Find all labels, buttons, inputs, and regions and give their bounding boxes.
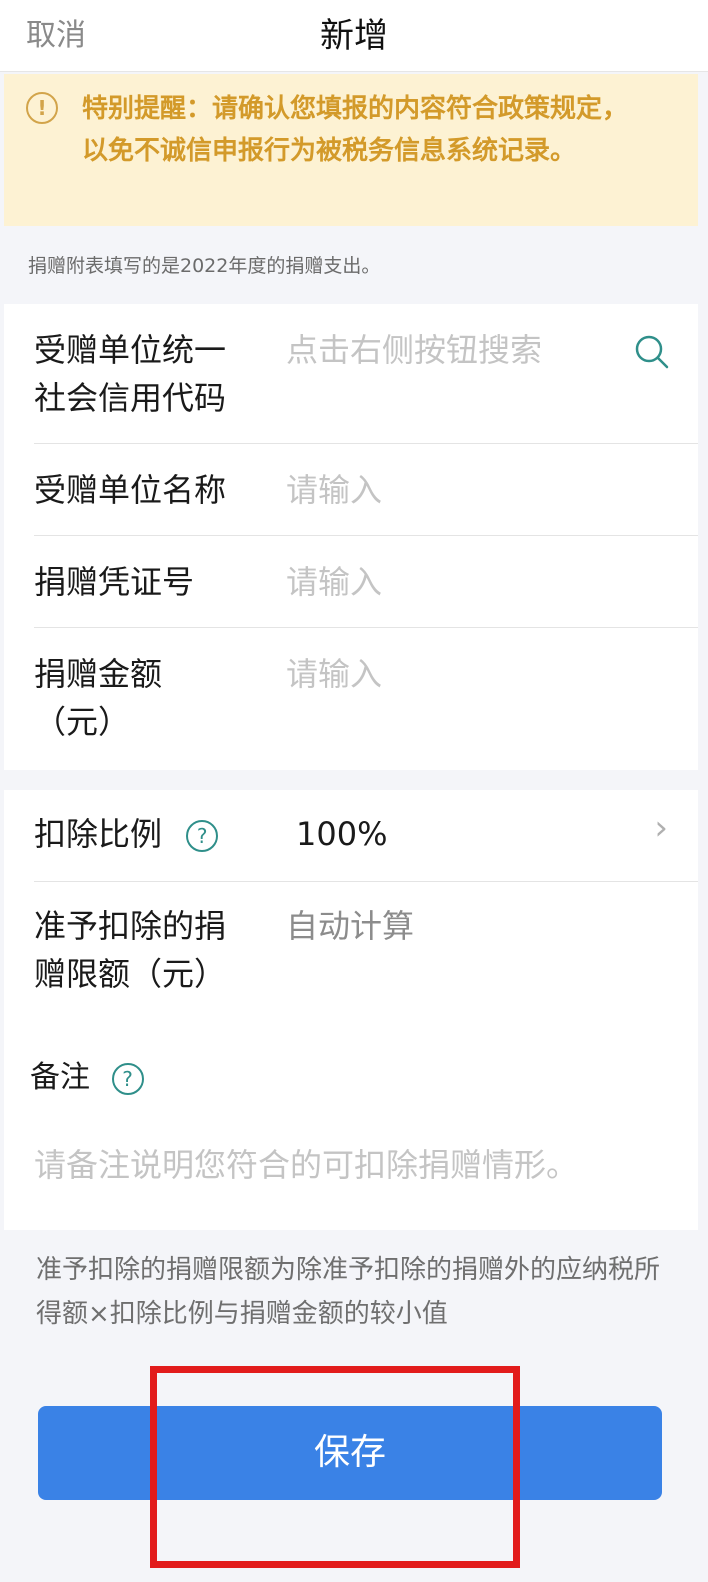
remark-input[interactable]: 请备注说明您符合的可扣除捐赠情形。 xyxy=(34,1140,578,1186)
limit-label: 准予扣除的捐赠限额（元） xyxy=(34,907,227,993)
ratio-label: 扣除比例 ? xyxy=(34,810,274,858)
voucher-label: 捐赠凭证号 xyxy=(34,563,195,601)
highlight-annotation-box xyxy=(150,1366,520,1568)
credit-code-row[interactable]: 受赠单位统一社会信用代码 点击右侧按钮搜索 xyxy=(34,304,698,444)
ratio-value[interactable]: 100% xyxy=(296,810,387,858)
remark-label-text: 备注 xyxy=(30,1060,90,1095)
donation-info-card: 受赠单位统一社会信用代码 点击右侧按钮搜索 受赠单位名称 请输入 捐赠凭证号 请… xyxy=(4,304,698,770)
page-title: 新增 xyxy=(320,16,388,56)
voucher-input[interactable]: 请输入 xyxy=(286,558,382,606)
deduction-card: 扣除比例 ? 100% › 准予扣除的捐赠限额（元） 自动计算 备注 ? 请备注… xyxy=(4,790,698,1230)
amount-row[interactable]: 捐赠金额 （元） 请输入 xyxy=(34,628,698,770)
notice-text: 特别提醒：请确认您填报的内容符合政策规定，以免不诚信申报行为被税务信息系统记录。 xyxy=(82,94,629,166)
footnote-text: 准予扣除的捐赠限额为除准予扣除的捐赠外的应纳税所得额×扣除比例与捐赠金额的较小值 xyxy=(36,1255,661,1329)
question-circle-icon[interactable]: ? xyxy=(186,820,219,852)
amount-input[interactable]: 请输入 xyxy=(286,650,382,698)
search-icon[interactable] xyxy=(634,334,670,370)
org-name-row[interactable]: 受赠单位名称 请输入 xyxy=(34,444,698,536)
ratio-label-text: 扣除比例 xyxy=(34,815,163,853)
nav-bar: 取消 新增 xyxy=(0,0,708,72)
exclamation-circle-icon: ! xyxy=(26,92,58,124)
amount-label-line1: 捐赠金额 xyxy=(34,655,163,693)
limit-row: 准予扣除的捐赠限额（元） 自动计算 xyxy=(34,882,698,1022)
notice-banner: ! 特别提醒：请确认您填报的内容符合政策规定，以免不诚信申报行为被税务信息系统记… xyxy=(4,74,698,226)
credit-code-input[interactable]: 点击右侧按钮搜索 xyxy=(286,326,542,374)
credit-code-label: 受赠单位统一社会信用代码 xyxy=(34,331,227,417)
voucher-row[interactable]: 捐赠凭证号 请输入 xyxy=(34,536,698,628)
remark-label: 备注 ? xyxy=(30,1052,144,1096)
org-name-input[interactable]: 请输入 xyxy=(286,466,382,514)
info-text: 捐赠附表填写的是2022年度的捐赠支出。 xyxy=(28,255,381,277)
limit-value: 自动计算 xyxy=(286,907,415,945)
amount-label-line2: （元） xyxy=(34,703,131,741)
ratio-row[interactable]: 扣除比例 ? 100% › xyxy=(34,790,698,882)
chevron-right-icon[interactable]: › xyxy=(654,808,668,848)
amount-label: 捐赠金额 （元） xyxy=(34,650,249,746)
org-name-label: 受赠单位名称 xyxy=(34,471,227,509)
question-circle-icon[interactable]: ? xyxy=(111,1062,144,1095)
